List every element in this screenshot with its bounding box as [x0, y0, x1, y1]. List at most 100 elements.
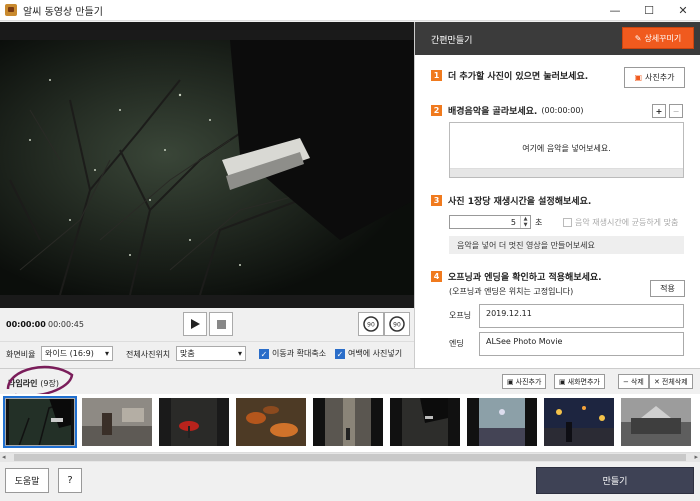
spinner-arrows-icon[interactable]: ▲ ▼	[520, 216, 530, 228]
step-2-text: 배경음악을 골라보세요.	[448, 107, 538, 117]
scroll-left-icon[interactable]: ◂	[2, 453, 6, 461]
timeline-header: 타임라인 (9장) ▣ 사진추가 ▣ 새화면추가 − 삭제 ✕ 전체삭제	[0, 365, 700, 398]
apply-button[interactable]: 적용	[650, 280, 685, 297]
bottom-bar: 도움말 ? 만들기	[0, 462, 700, 501]
minimize-button[interactable]: —	[598, 0, 632, 21]
help-button[interactable]: 도움말	[5, 468, 49, 493]
delete-button[interactable]: − 삭제	[618, 374, 649, 389]
music-empty-message: 여기에 음악을 넣어보세요.	[522, 144, 611, 153]
step-number: 4	[431, 271, 442, 282]
margin-photo-label: 여백에 사진넣기	[348, 349, 403, 358]
step-1-text: 더 추가할 사진이 있으면 눌러보세요.	[448, 72, 589, 82]
close-icon: ✕	[654, 377, 660, 386]
step-2: 2 배경음악을 골라보세요. (00:00:00)	[431, 104, 584, 117]
position-label: 전체사진위치	[126, 350, 171, 359]
rotate-right-icon: 90	[389, 316, 405, 332]
step-3: 3 사진 1장당 재생시간을 설정해보세요.	[431, 194, 591, 207]
step-number: 1	[431, 70, 442, 81]
play-button[interactable]	[183, 312, 207, 336]
annotation-scribble	[6, 365, 74, 398]
timeline-scrollbar[interactable]: ◂ ▸	[0, 452, 700, 462]
delete-label: 삭제	[630, 377, 644, 386]
maximize-button[interactable]: ☐	[632, 0, 666, 21]
question-button[interactable]: ?	[58, 468, 82, 493]
duration-spinner[interactable]: 5 ▲ ▼	[449, 215, 531, 229]
timeline-thumbnail[interactable]	[159, 398, 229, 446]
add-music-button[interactable]: +	[652, 104, 666, 118]
step-3-text: 사진 1장당 재생시간을 설정해보세요.	[448, 197, 592, 207]
preview-image	[0, 40, 414, 295]
rotate-right-button[interactable]: 90	[384, 312, 410, 336]
rotate-left-button[interactable]: 90	[358, 312, 384, 336]
svg-text:90: 90	[367, 322, 375, 329]
video-preview-frame	[0, 40, 414, 295]
sync-music-label: 음악 재생시간에 균등하게 맞춤	[575, 218, 679, 227]
new-screen-button[interactable]: ▣ 새화면추가	[554, 374, 605, 389]
simple-make-panel: 간편만들기 ✎ 상세꾸미기 1 더 추가할 사진이 있으면 눌러보세요. ▣ 사…	[414, 22, 700, 368]
stop-button[interactable]	[209, 312, 233, 336]
timeline-thumbnail[interactable]	[390, 398, 460, 446]
window-controls: — ☐ ✕	[598, 0, 700, 21]
move-zoom-label: 이동과 확대축소	[272, 349, 327, 358]
photo-add-icon: ▣	[507, 377, 514, 386]
timeline-strip	[0, 394, 700, 452]
ending-field[interactable]: ALSee Photo Movie	[479, 332, 684, 356]
move-zoom-checkbox[interactable]: ✓ 이동과 확대축소	[259, 348, 326, 359]
delete-all-label: 전체삭제	[661, 377, 688, 386]
new-screen-icon: ▣	[559, 377, 566, 386]
timeline-thumbnail[interactable]	[544, 398, 614, 446]
scroll-right-icon[interactable]: ▸	[694, 453, 698, 461]
timeline-add-photo-label: 사진추가	[515, 377, 542, 386]
step-4: 4 오프닝과 엔딩을 확인하고 적용해보세요.	[431, 270, 602, 283]
window-title: 알씨 동영상 만들기	[23, 6, 103, 18]
photo-add-icon: ▣	[634, 73, 643, 82]
timeline-thumbnail[interactable]	[467, 398, 537, 446]
chevron-down-icon: ▾	[104, 349, 109, 358]
step-number: 2	[431, 105, 442, 116]
margin-photo-checkbox[interactable]: ✓ 여백에 사진넣기	[335, 348, 402, 359]
svg-text:90: 90	[393, 322, 401, 329]
music-drop-area[interactable]: 여기에 음악을 넣어보세요.	[449, 122, 684, 178]
add-photo-label: 사진추가	[645, 73, 675, 82]
timeline-thumbnail[interactable]	[236, 398, 306, 446]
panel-title: 간편만들기	[431, 36, 473, 46]
check-icon: ✓	[335, 348, 345, 359]
position-select[interactable]: 맞춤 ▾	[176, 346, 246, 361]
minus-icon: −	[623, 377, 629, 386]
position-select-value: 맞춤	[180, 349, 195, 358]
timeline-thumbnail[interactable]	[313, 398, 383, 446]
new-screen-label: 새화면추가	[567, 377, 600, 386]
music-hint: 음악을 넣어 더 멋진 영상을 만들어보세요	[449, 236, 684, 254]
panel-header: 간편만들기 ✎ 상세꾸미기	[415, 22, 700, 55]
rotate-left-icon: 90	[363, 316, 379, 332]
close-button[interactable]: ✕	[666, 0, 700, 21]
play-icon	[191, 319, 200, 329]
remove-music-button[interactable]: −	[669, 104, 683, 118]
step-1: 1 더 추가할 사진이 있으면 눌러보세요.	[431, 69, 588, 82]
timeline-thumbnail[interactable]	[621, 398, 691, 446]
step-4-text: 오프닝과 엔딩을 확인하고 적용해보세요.	[448, 273, 602, 283]
detail-decorate-button[interactable]: ✎ 상세꾸미기	[622, 27, 694, 49]
stop-icon	[216, 319, 226, 329]
current-time: 00:00:00	[6, 320, 46, 329]
opening-ending-note: (오프닝과 엔딩은 위치는 고정입니다)	[449, 287, 574, 296]
playback-bar: 00:00:00 00:00:45 90 90	[0, 308, 414, 342]
opening-label: 오프닝	[449, 311, 472, 320]
magic-wand-icon: ✎	[634, 33, 642, 43]
add-photo-button[interactable]: ▣ 사진추가	[624, 67, 685, 88]
timeline-add-photo-button[interactable]: ▣ 사진추가	[502, 374, 547, 389]
opening-field[interactable]: 2019.12.11	[479, 304, 684, 328]
seconds-unit: 초	[535, 218, 543, 227]
timeline-thumbnail[interactable]	[82, 398, 152, 446]
timeline-scroll-thumb[interactable]	[14, 454, 686, 461]
title-bar: 알씨 동영상 만들기 — ☐ ✕	[0, 0, 700, 21]
sync-music-checkbox[interactable]: 음악 재생시간에 균등하게 맞춤	[563, 217, 678, 228]
music-scrollbar[interactable]	[450, 168, 683, 177]
delete-all-button[interactable]: ✕ 전체삭제	[649, 374, 693, 389]
music-duration: (00:00:00)	[541, 106, 584, 115]
chevron-down-icon: ▾	[237, 349, 242, 358]
timeline-thumbnail[interactable]	[3, 396, 77, 448]
make-button[interactable]: 만들기	[536, 467, 694, 494]
checkbox-icon	[563, 218, 572, 227]
check-icon: ✓	[259, 348, 269, 359]
